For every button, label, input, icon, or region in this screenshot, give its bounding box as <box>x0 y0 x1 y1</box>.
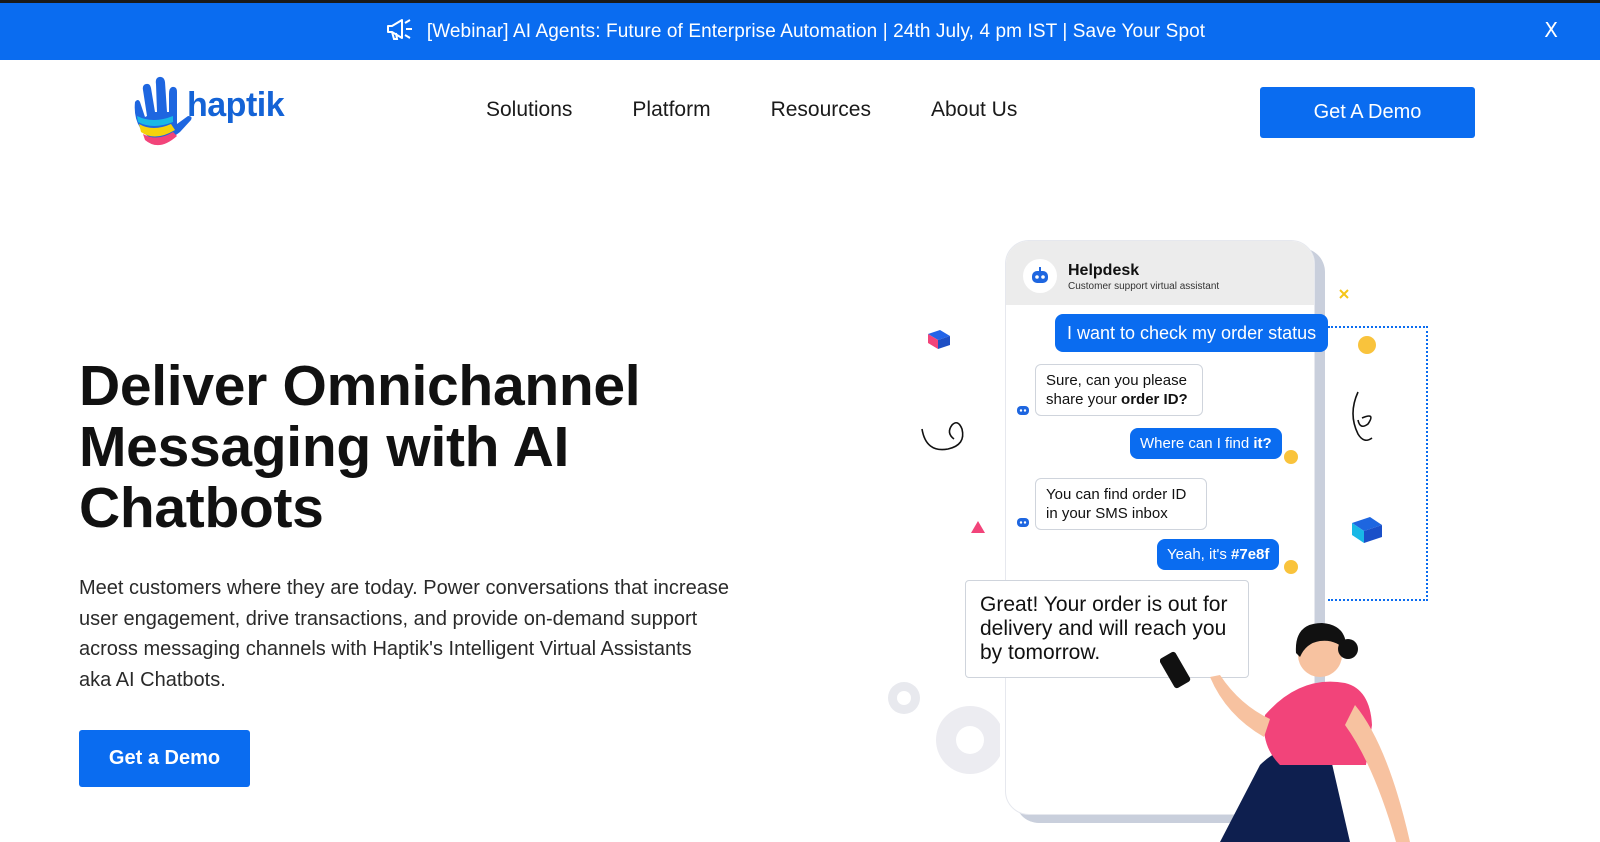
nav-item-platform[interactable]: Platform <box>632 98 710 122</box>
banner-content[interactable]: [Webinar] AI Agents: Future of Enterpris… <box>385 16 1205 47</box>
decor-squiggle-icon <box>921 421 964 451</box>
chat-message-user: Where can I find it? <box>1130 428 1282 459</box>
nav-item-solutions[interactable]: Solutions <box>486 98 572 122</box>
user-avatar-icon <box>1284 560 1298 574</box>
message-text: Yeah, it's <box>1167 546 1227 563</box>
message-bold-text: it? <box>1253 435 1272 452</box>
user-avatar-icon <box>1358 336 1376 354</box>
chat-illustration: Helpdesk Customer support virtual assist… <box>880 230 1440 842</box>
site-header: haptik Solutions Platform Resources Abou… <box>0 60 1600 170</box>
message-text: I want to check my order status <box>1067 323 1317 343</box>
message-text: You can find order ID in your SMS inbox <box>1046 486 1187 522</box>
message-bold-text: order ID? <box>1121 391 1188 408</box>
decor-dotted-frame <box>1328 326 1428 601</box>
robot-icon <box>1032 267 1048 283</box>
logo-wordmark: haptik <box>187 86 285 124</box>
nav-item-about-us[interactable]: About Us <box>931 98 1017 122</box>
chat-subtitle: Customer support virtual assistant <box>1068 281 1220 292</box>
main-nav: Solutions Platform Resources About Us <box>486 98 1017 122</box>
chat-header: Helpdesk Customer support virtual assist… <box>1006 241 1314 305</box>
hero-description: Meet customers where they are today. Pow… <box>79 577 729 691</box>
woman-with-phone-illustration <box>1160 623 1410 842</box>
bot-avatar <box>1023 259 1057 293</box>
decor-gears-icon <box>888 682 1000 774</box>
haptik-logo[interactable]: haptik <box>125 72 305 152</box>
hand-logo-icon <box>134 76 192 146</box>
banner-text[interactable]: [Webinar] AI Agents: Future of Enterpris… <box>427 21 1205 43</box>
chat-message-user: I want to check my order status <box>1055 314 1329 352</box>
user-avatar-icon <box>1284 450 1298 464</box>
chat-message-bot: Sure, can you please share your order ID… <box>1035 364 1203 416</box>
chat-title: Helpdesk <box>1068 262 1140 279</box>
chat-message-bot: You can find order ID in your SMS inbox <box>1035 478 1207 530</box>
decor-cube-pink-icon <box>928 330 950 349</box>
get-a-demo-button[interactable]: Get A Demo <box>1260 87 1475 138</box>
nav-item-resources[interactable]: Resources <box>771 98 871 122</box>
hero-title: Deliver Omnichannel Messaging with AI Ch… <box>79 354 641 540</box>
message-text: Where can I find <box>1140 435 1250 452</box>
bot-mini-icon <box>1017 406 1029 415</box>
megaphone-icon <box>385 16 415 47</box>
hero-get-a-demo-button[interactable]: Get a Demo <box>79 730 250 787</box>
message-bold-text: #7e8f <box>1231 546 1270 563</box>
bot-mini-icon <box>1017 518 1029 527</box>
announcement-banner[interactable]: [Webinar] AI Agents: Future of Enterpris… <box>0 3 1600 60</box>
decor-triangle-icon <box>971 521 985 533</box>
banner-close-button[interactable]: X <box>1544 18 1558 42</box>
decor-x-icon <box>1339 289 1349 299</box>
chat-message-user: Yeah, it's #7e8f <box>1157 539 1280 570</box>
